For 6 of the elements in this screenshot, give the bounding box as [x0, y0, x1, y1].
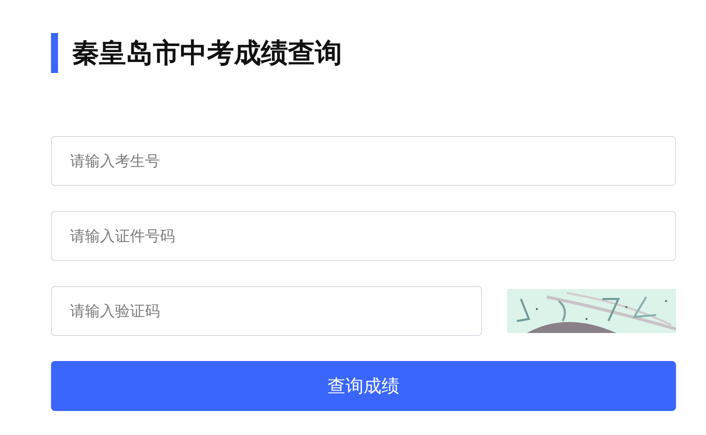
captcha-field[interactable]: 请输入验证码	[51, 286, 482, 336]
page-title: 秦皇岛市中考成绩查询	[72, 37, 342, 71]
input-field[interactable]: 请输入考生号	[51, 136, 676, 186]
submit-button[interactable]: 查询成绩	[51, 361, 676, 411]
title-accent-bar	[51, 33, 58, 73]
input-field[interactable]: 请输入证件号码	[51, 211, 676, 261]
